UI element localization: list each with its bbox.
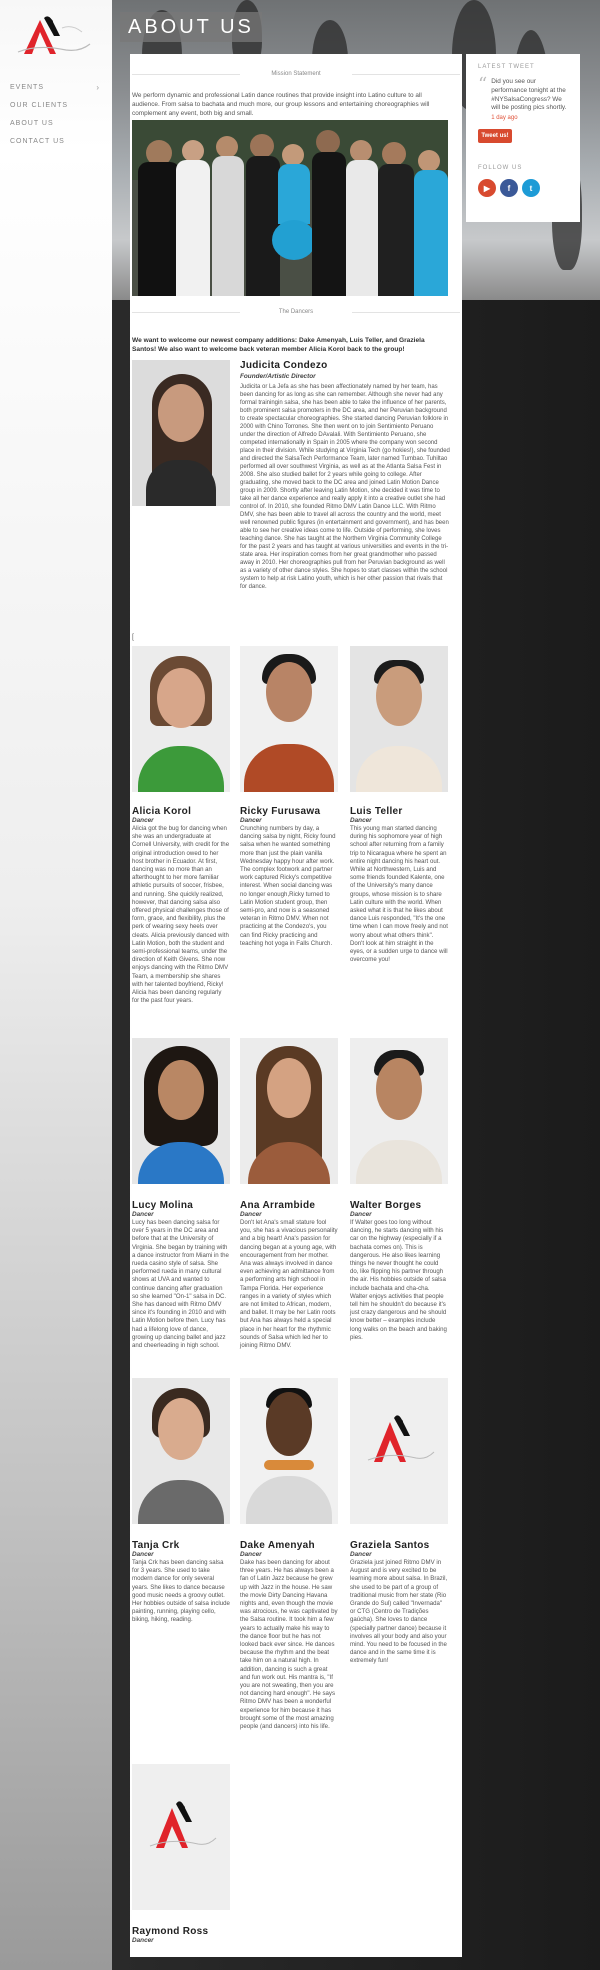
dancer-photo — [132, 1378, 230, 1524]
dancer-name: Alicia Korol — [132, 806, 192, 817]
dancer-role: Dancer — [350, 817, 372, 824]
group-photo — [132, 120, 448, 296]
dancer-role: Dancer — [240, 1551, 262, 1558]
founder-name: Judicita Condezo — [240, 360, 328, 371]
facebook-icon[interactable]: f — [500, 179, 518, 198]
dancer-photo — [132, 646, 230, 792]
dancer-bio: Tanja Crk has been dancing salsa for 3 y… — [132, 1559, 230, 1624]
placeholder-logo-image — [132, 1764, 230, 1910]
dancer-bio: Crunching numbers by day, a dancing sals… — [240, 825, 336, 947]
founder-photo — [132, 360, 230, 506]
dancer-photo — [240, 1378, 338, 1524]
youtube-icon[interactable]: ▶ — [478, 179, 496, 198]
dancer-role: Dancer — [350, 1211, 372, 1218]
follow-us-label: FOLLOW US — [478, 165, 523, 172]
twitter-icon[interactable]: t — [522, 179, 540, 198]
quote-icon: “ — [478, 74, 488, 95]
dancer-bio: Alicia got the bug for dancing when she … — [132, 825, 230, 1005]
sidebar-widget: LATEST TWEET “ Did you see our performan… — [466, 54, 580, 222]
social-icons: ▶ f t — [478, 179, 568, 198]
mission-text: We perform dynamic and professional Lati… — [132, 92, 430, 117]
dancer-role: Dancer — [132, 817, 154, 824]
dancer-role: Dancer — [350, 1551, 372, 1558]
section-heading-mission: Mission Statement — [132, 68, 460, 80]
left-sidebar: EVENTS › OUR CLIENTS ABOUT US CONTACT US — [0, 0, 112, 1970]
dancer-name: Tanja Crk — [132, 1540, 180, 1551]
main-content: Mission Statement We perform dynamic and… — [130, 54, 462, 1957]
dancer-name: Raymond Ross — [132, 1926, 209, 1937]
dancer-name: Ana Arrambide — [240, 1200, 316, 1211]
dancer-photo — [240, 646, 338, 792]
dancer-role: Dancer — [240, 817, 262, 824]
dancer-name: Luis Teller — [350, 806, 403, 817]
dancer-photo — [132, 1038, 230, 1184]
dancer-bio: If Walter goes too long without dancing,… — [350, 1219, 447, 1341]
dancer-photo — [240, 1038, 338, 1184]
chevron-right-icon: › — [96, 83, 100, 92]
nav-item-label: EVENTS — [10, 84, 45, 91]
dancer-role: Dancer — [132, 1211, 154, 1218]
dancer-bio: Graziela just joined Ritmo DMV in August… — [350, 1559, 448, 1665]
nav-item-contact-us[interactable]: CONTACT US — [10, 137, 100, 155]
nav-item-label: CONTACT US — [10, 138, 65, 145]
ritmo-dmv-logo[interactable] — [10, 14, 96, 62]
founder-role: Founder/Artistic Director — [240, 373, 316, 380]
page-title: ABOUT US — [120, 12, 262, 42]
dancer-bio: This young man started dancing during hi… — [350, 825, 448, 964]
main-nav: EVENTS › OUR CLIENTS ABOUT US CONTACT US — [10, 83, 100, 155]
dancer-role: Dancer — [240, 1211, 262, 1218]
dancer-bio: Don't let Ana's small stature fool you, … — [240, 1219, 338, 1350]
dancer-role: Dancer — [132, 1937, 154, 1944]
nav-item-label: OUR CLIENTS — [10, 102, 69, 109]
dancer-name: Ricky Furusawa — [240, 806, 321, 817]
latest-tweet-label: LATEST TWEET — [478, 64, 535, 70]
dancer-name: Lucy Molina — [132, 1200, 194, 1211]
dancer-role: Dancer — [132, 1551, 154, 1558]
stray-mark: [ — [132, 634, 134, 641]
dancer-name: Dake Amenyah — [240, 1540, 315, 1551]
nav-item-about-us[interactable]: ABOUT US — [10, 119, 100, 137]
tweet-time[interactable]: 1 day ago — [491, 115, 568, 121]
section-heading-dancers: The Dancers — [132, 306, 460, 318]
placeholder-logo-image — [350, 1378, 448, 1524]
founder-bio: Judicita or La Jefa as she has been affe… — [240, 384, 450, 590]
nav-item-label: ABOUT US — [10, 120, 54, 127]
dancer-name: Graziela Santos — [350, 1540, 430, 1551]
dancers-intro: We want to welcome our newest company ad… — [132, 337, 425, 353]
dancer-bio: Dake has been dancing for about three ye… — [240, 1559, 338, 1731]
dancer-name: Walter Borges — [350, 1200, 422, 1211]
dancer-photo — [350, 646, 448, 792]
tweet-us-button[interactable]: Tweet us! — [478, 129, 512, 144]
nav-item-events[interactable]: EVENTS › — [10, 83, 100, 101]
nav-item-our-clients[interactable]: OUR CLIENTS — [10, 101, 100, 119]
tweet-text: Did you see our performance tonight at t… — [491, 78, 567, 112]
dancer-bio: Lucy has been dancing salsa for over 5 y… — [132, 1219, 229, 1350]
dancer-photo — [350, 1038, 448, 1184]
